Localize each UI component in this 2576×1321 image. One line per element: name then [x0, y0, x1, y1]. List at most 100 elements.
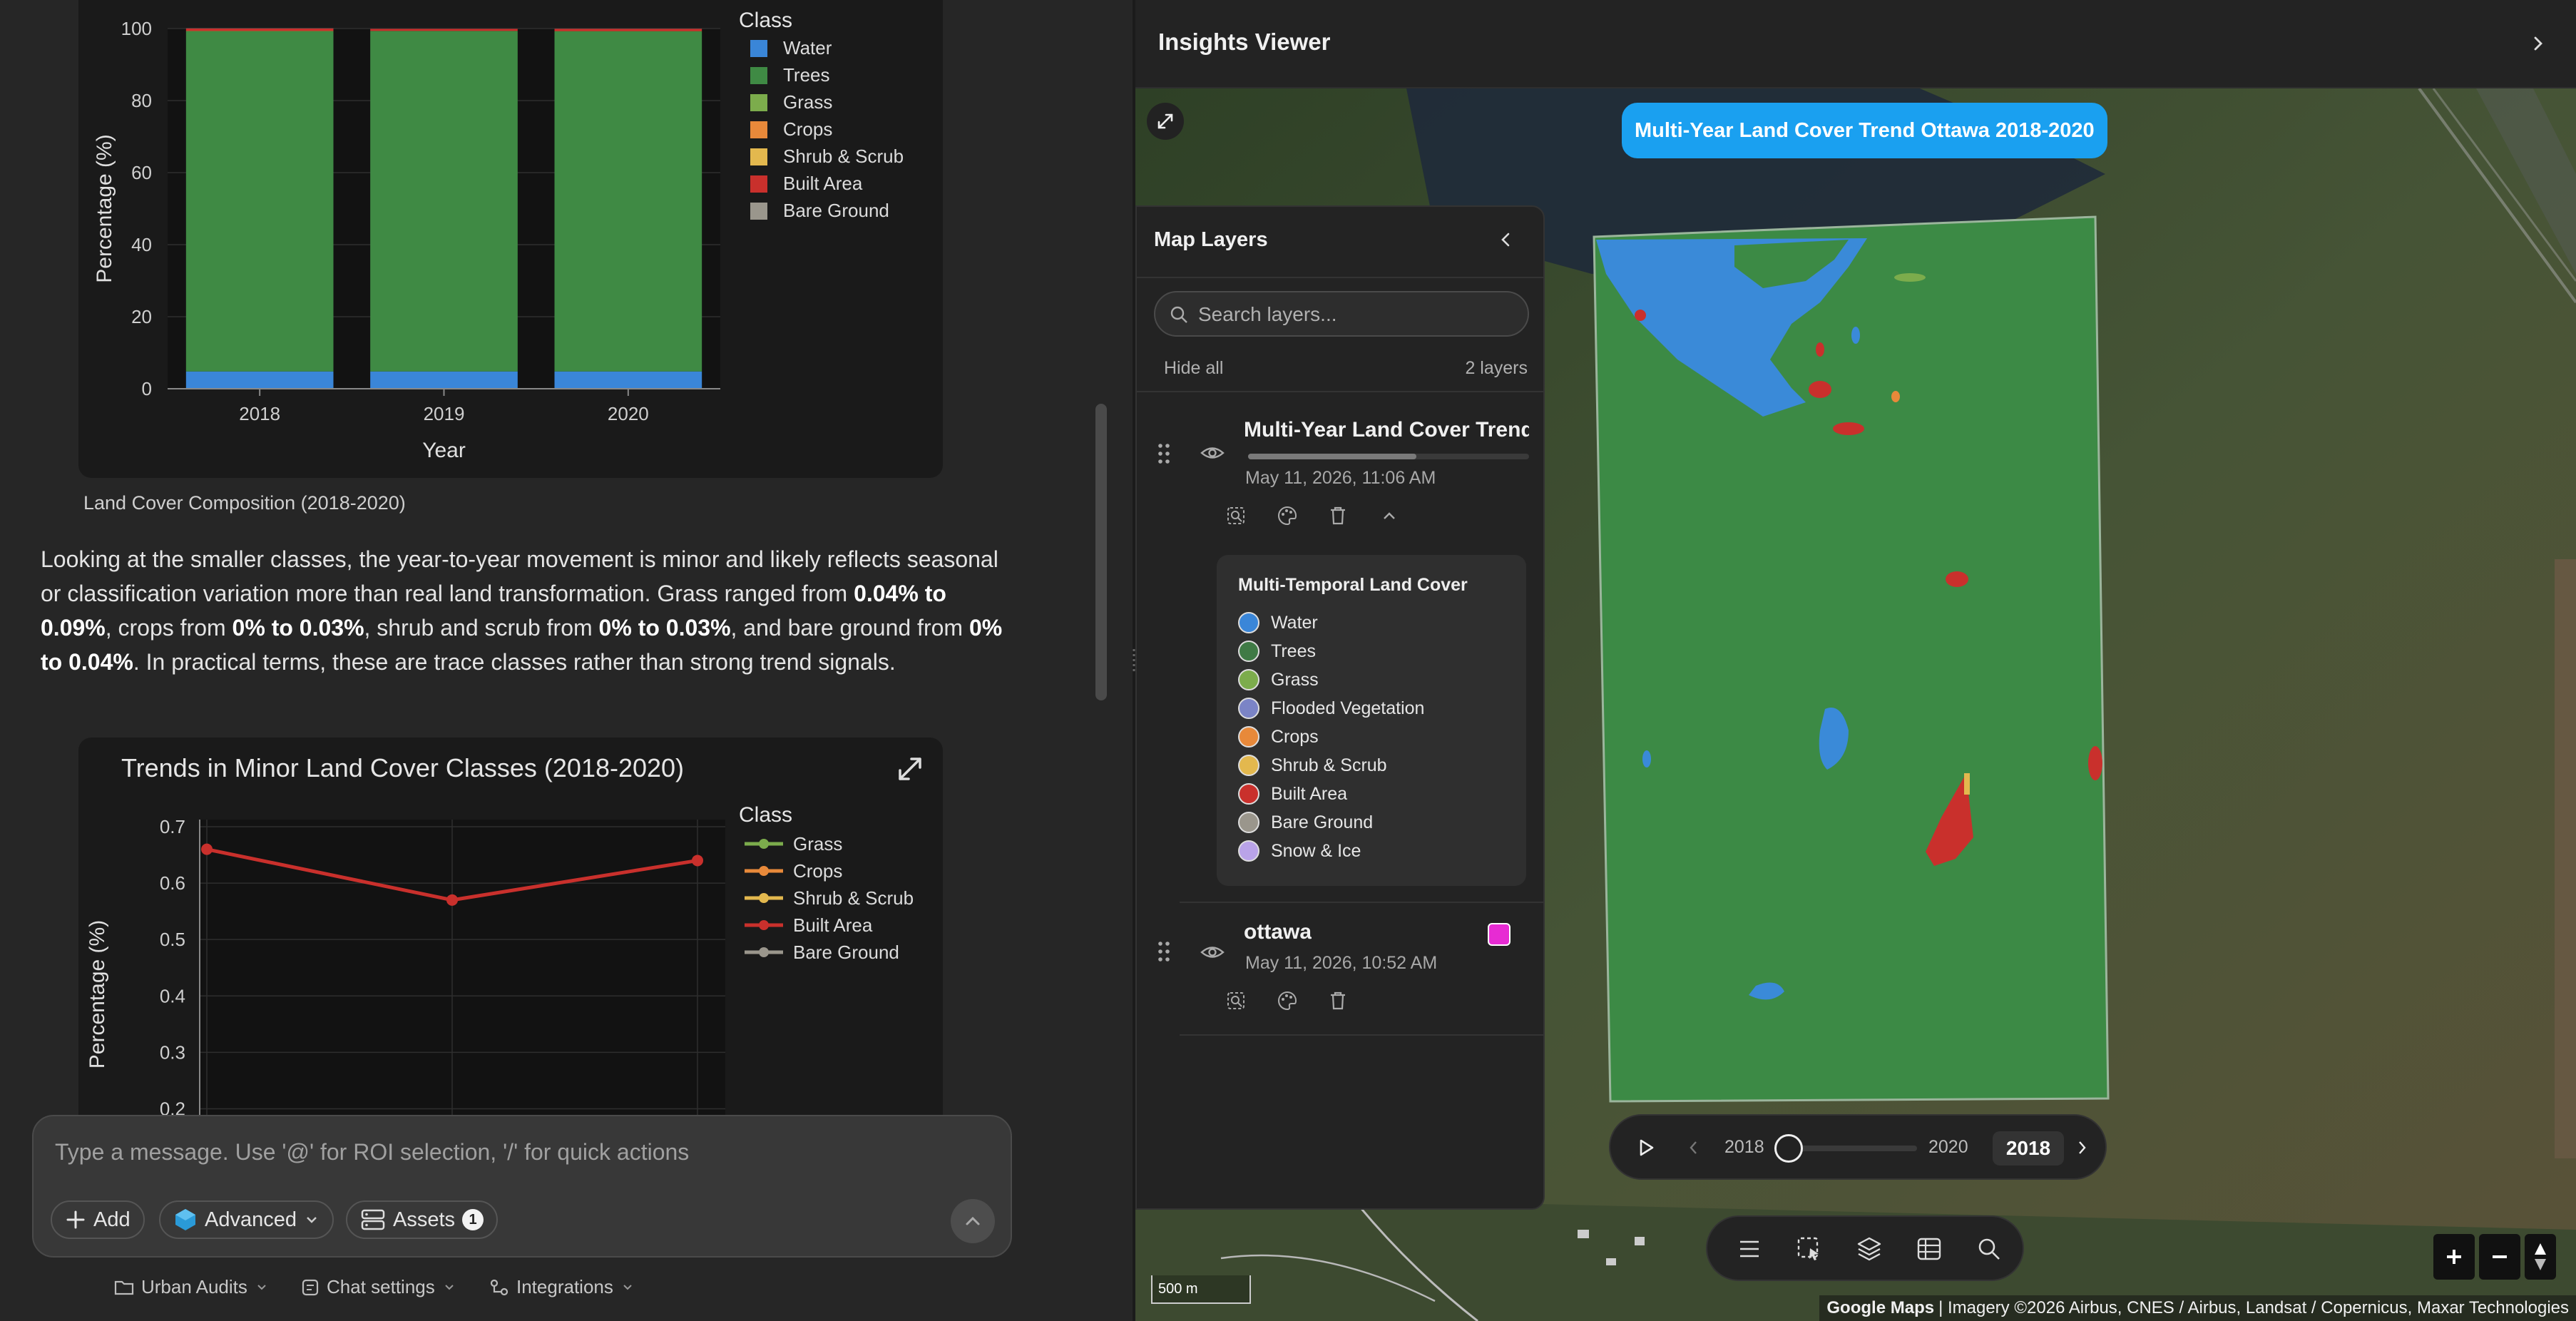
menu-icon[interactable] — [1733, 1233, 1766, 1265]
legend-label: Snow & Ice — [1271, 840, 1361, 861]
send-button[interactable] — [951, 1199, 995, 1243]
y-tick-label: 0.5 — [160, 929, 185, 950]
insights-viewer: Insights Viewer Multi-Year Land Cover Tr… — [1135, 0, 2576, 1321]
chart-title: Trends in Minor Land Cover Classes (2018… — [121, 753, 685, 782]
layer-name: Multi-Year Land Cover Trend O — [1244, 418, 1529, 442]
minus-icon — [2493, 1255, 2507, 1258]
legend-dot — [1238, 669, 1259, 690]
zoom-out-button[interactable] — [2479, 1234, 2520, 1280]
chat-settings-label: Chat settings — [327, 1276, 435, 1297]
legend-swatch — [750, 40, 767, 57]
viewer-title: Insights Viewer — [1158, 29, 1331, 55]
zoom-to-layer-icon[interactable] — [1225, 990, 1247, 1011]
message-composer: Add Advanced Assets 1 — [32, 1115, 1012, 1258]
legend-item: Trees — [1238, 641, 1316, 662]
legend-swatch — [750, 175, 767, 193]
message-input[interactable] — [55, 1132, 911, 1172]
legend-item: Bare Ground — [1238, 812, 1373, 833]
bar-segment — [554, 371, 702, 389]
timeline-end: 2020 — [1928, 1137, 1968, 1157]
play-icon[interactable] — [1636, 1137, 1656, 1158]
layer-search-input[interactable] — [1198, 301, 1512, 328]
legend-dot — [1238, 755, 1259, 776]
legend-label: Water — [783, 37, 832, 58]
layers-icon[interactable] — [1853, 1233, 1886, 1265]
chevron-left-icon[interactable] — [1686, 1138, 1702, 1157]
search-icon[interactable] — [1973, 1233, 2005, 1265]
plus-icon — [2447, 1250, 2461, 1264]
add-label: Add — [93, 1208, 131, 1231]
drag-handle-icon[interactable] — [1157, 442, 1171, 465]
folder-icon — [114, 1280, 134, 1295]
eye-icon[interactable] — [1200, 442, 1225, 464]
y-tick-label: 0.7 — [160, 816, 185, 837]
chart-caption: Land Cover Composition (2018-2020) — [83, 492, 406, 514]
hide-all-button[interactable]: Hide all — [1164, 358, 1223, 379]
expand-icon[interactable] — [894, 753, 926, 785]
palette-icon[interactable] — [1277, 990, 1298, 1011]
mode-selector[interactable]: Advanced — [159, 1200, 334, 1239]
layer-progress-track — [1248, 454, 1529, 459]
y-tick-label: 20 — [131, 306, 152, 327]
mode-label: Advanced — [205, 1208, 297, 1231]
map-attribution: Google Maps | Imagery ©2026 Airbus, CNES… — [1819, 1295, 2576, 1321]
select-area-icon[interactable] — [1793, 1233, 1826, 1265]
legend-label: Bare Ground — [783, 200, 889, 221]
map-toolbar — [1706, 1215, 2024, 1281]
layer-count: 2 layers — [1465, 358, 1528, 378]
assets-button[interactable]: Assets 1 — [346, 1200, 499, 1239]
zoom-to-layer-icon[interactable] — [1225, 505, 1247, 526]
chevron-right-icon[interactable] — [2529, 33, 2547, 54]
legend-label: Built Area — [1271, 783, 1348, 804]
fullscreen-button[interactable] — [1147, 103, 1184, 140]
map-canvas[interactable]: Multi-Year Land Cover Trend Ottawa 2018-… — [1135, 88, 2576, 1321]
timeline-current-year: 2018 — [1993, 1131, 2064, 1166]
zoom-in-button[interactable] — [2433, 1234, 2475, 1280]
eye-icon[interactable] — [1200, 942, 1225, 963]
urban-audits-menu[interactable]: Urban Audits — [114, 1276, 269, 1298]
legend-swatch — [750, 203, 767, 220]
legend-label: Grass — [793, 833, 842, 855]
integrations-label: Integrations — [516, 1276, 613, 1297]
timeline-track[interactable] — [1774, 1134, 1917, 1163]
legend-item: Shrub & Scrub — [1238, 755, 1387, 776]
x-tick-label: 2020 — [608, 403, 649, 424]
trash-icon[interactable] — [1328, 505, 1348, 526]
map-layers-panel: Map Layers Hide all 2 layers Multi-Year … — [1135, 205, 1545, 1210]
y-axis-label: Percentage (%) — [86, 920, 109, 1068]
layer-name: ottawa — [1244, 920, 1312, 944]
bar-segment — [185, 28, 334, 31]
attribution-brand[interactable]: Google Maps — [1826, 1298, 1934, 1318]
chat-settings-menu[interactable]: Chat settings — [301, 1276, 456, 1298]
layer-color-swatch[interactable] — [1488, 923, 1511, 946]
composition-chart-card: 0 20 40 60 80 100 2018 2019 2020 Year Percentage (… — [78, 0, 943, 478]
chevron-down-icon — [257, 1284, 266, 1290]
bar-segment — [554, 29, 702, 31]
legend-item: Snow & Ice — [1238, 840, 1361, 862]
timeline-slider-handle[interactable] — [1774, 1134, 1803, 1163]
add-button[interactable]: Add — [51, 1200, 145, 1239]
integrations-menu[interactable]: Integrations — [489, 1276, 635, 1298]
layer-date: May 11, 2026, 11:06 AM — [1245, 468, 1436, 488]
table-icon[interactable] — [1913, 1233, 1946, 1265]
chevron-right-icon[interactable] — [2074, 1138, 2090, 1157]
legend-title: Class — [739, 9, 792, 32]
legend-label: Crops — [783, 118, 832, 140]
data-point — [692, 855, 703, 867]
drag-handle-icon[interactable] — [1157, 940, 1171, 963]
attribution-text: | Imagery ©2026 Airbus, CNES / Airbus, L… — [1938, 1298, 2569, 1317]
y-tick-label: 0.6 — [160, 872, 185, 894]
legend-dot — [1238, 783, 1259, 805]
legend-title: Class — [739, 803, 792, 827]
chevron-left-icon[interactable] — [1498, 230, 1515, 250]
trash-icon[interactable] — [1328, 990, 1348, 1011]
palette-icon[interactable] — [1277, 505, 1298, 526]
compass-button[interactable] — [2525, 1234, 2556, 1280]
legend-dot — [1238, 641, 1259, 662]
legend-label: Bare Ground — [1271, 812, 1374, 832]
chat-scrollbar[interactable] — [1095, 404, 1107, 700]
chevron-up-icon[interactable] — [1379, 506, 1399, 525]
chevron-up-icon — [966, 1216, 980, 1225]
chevron-down-icon — [623, 1284, 632, 1290]
legend-item: Flooded Vegetation — [1238, 698, 1424, 719]
